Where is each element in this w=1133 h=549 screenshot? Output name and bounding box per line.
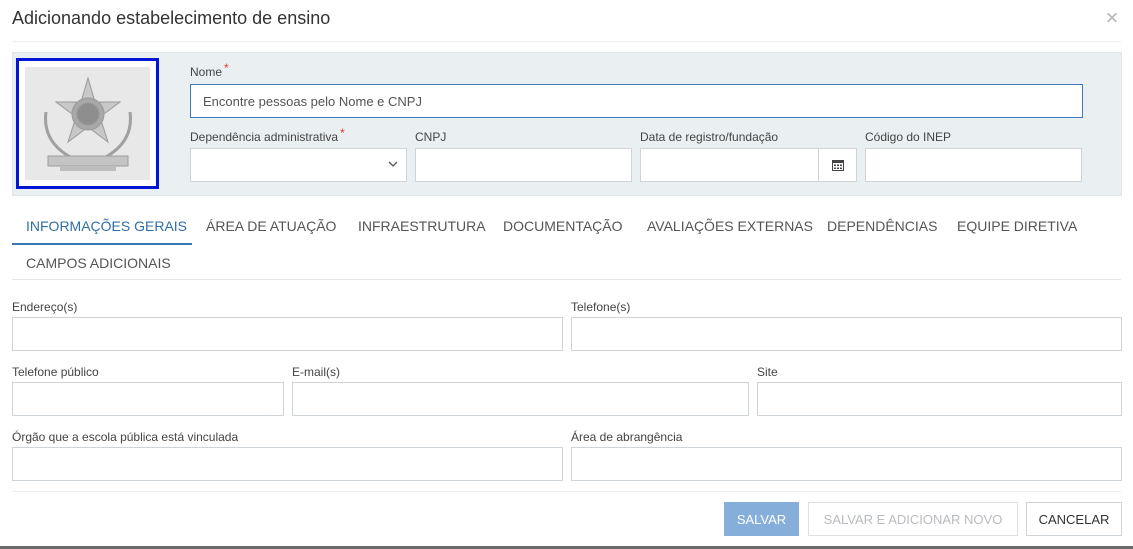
chevron-down-icon (388, 160, 398, 171)
brasao-emblem-icon (25, 67, 150, 180)
area-abrangencia-label: Área de abrangência (571, 430, 683, 444)
tab-documentacao[interactable]: DOCUMENTAÇÃO (503, 218, 623, 234)
active-tab-indicator (12, 243, 192, 245)
tabs-divider (12, 279, 1121, 280)
title-divider (12, 41, 1121, 42)
modal-title: Adicionando estabelecimento de ensino (12, 8, 331, 28)
nome-label: Nome * (190, 61, 229, 79)
cancel-button[interactable]: CANCELAR (1026, 502, 1122, 536)
orgao-input[interactable] (12, 447, 563, 481)
tab-infraestrutura[interactable]: INFRAESTRUTURA (358, 218, 486, 234)
site-label: Site (757, 365, 778, 379)
dependencia-select[interactable] (190, 148, 407, 182)
save-and-add-new-button[interactable]: SALVAR E ADICIONAR NOVO (808, 502, 1018, 536)
close-icon[interactable]: × (1101, 7, 1123, 30)
footer-divider (12, 491, 1121, 492)
logo-upload[interactable] (16, 58, 159, 189)
tab-area-de-atuacao[interactable]: ÁREA DE ATUAÇÃO (206, 218, 336, 234)
tab-avaliacoes-externas[interactable]: AVALIAÇÕES EXTERNAS (647, 218, 813, 234)
inep-input[interactable] (865, 148, 1082, 182)
save-button[interactable]: SALVAR (724, 502, 799, 536)
emails-input[interactable] (292, 382, 749, 416)
cnpj-input[interactable] (415, 148, 632, 182)
telefone-publico-label: Telefone público (12, 365, 99, 379)
enderecos-input[interactable] (12, 317, 563, 351)
telefones-label: Telefone(s) (571, 300, 631, 314)
site-input[interactable] (757, 382, 1122, 416)
tab-campos-adicionais[interactable]: CAMPOS ADICIONAIS (26, 255, 171, 271)
enderecos-label: Endereço(s) (12, 300, 78, 314)
dependencia-label: Dependência administrativa * (190, 126, 345, 144)
area-abrangencia-input[interactable] (571, 447, 1122, 481)
calendar-icon[interactable] (818, 149, 856, 181)
telefones-input[interactable] (571, 317, 1122, 351)
telefone-publico-input[interactable] (12, 382, 284, 416)
orgao-label: Órgão que a escola pública está vinculad… (12, 430, 239, 444)
nome-search-input[interactable] (190, 84, 1083, 118)
header-panel: Nome* Dependência administrativa* CNPJ D… (12, 52, 1122, 196)
data-registro-input[interactable] (640, 148, 857, 182)
tab-informacoes-gerais[interactable]: INFORMAÇÕES GERAIS (26, 218, 187, 234)
emails-label: E-mail(s) (292, 365, 340, 379)
cnpj-label: CNPJ (415, 130, 447, 144)
inep-label: Código do INEP (865, 130, 952, 144)
tab-dependencias[interactable]: DEPENDÊNCIAS (827, 218, 937, 234)
tab-equipe-diretiva[interactable]: EQUIPE DIRETIVA (957, 218, 1077, 234)
data-registro-label: Data de registro/fundação (640, 130, 779, 144)
